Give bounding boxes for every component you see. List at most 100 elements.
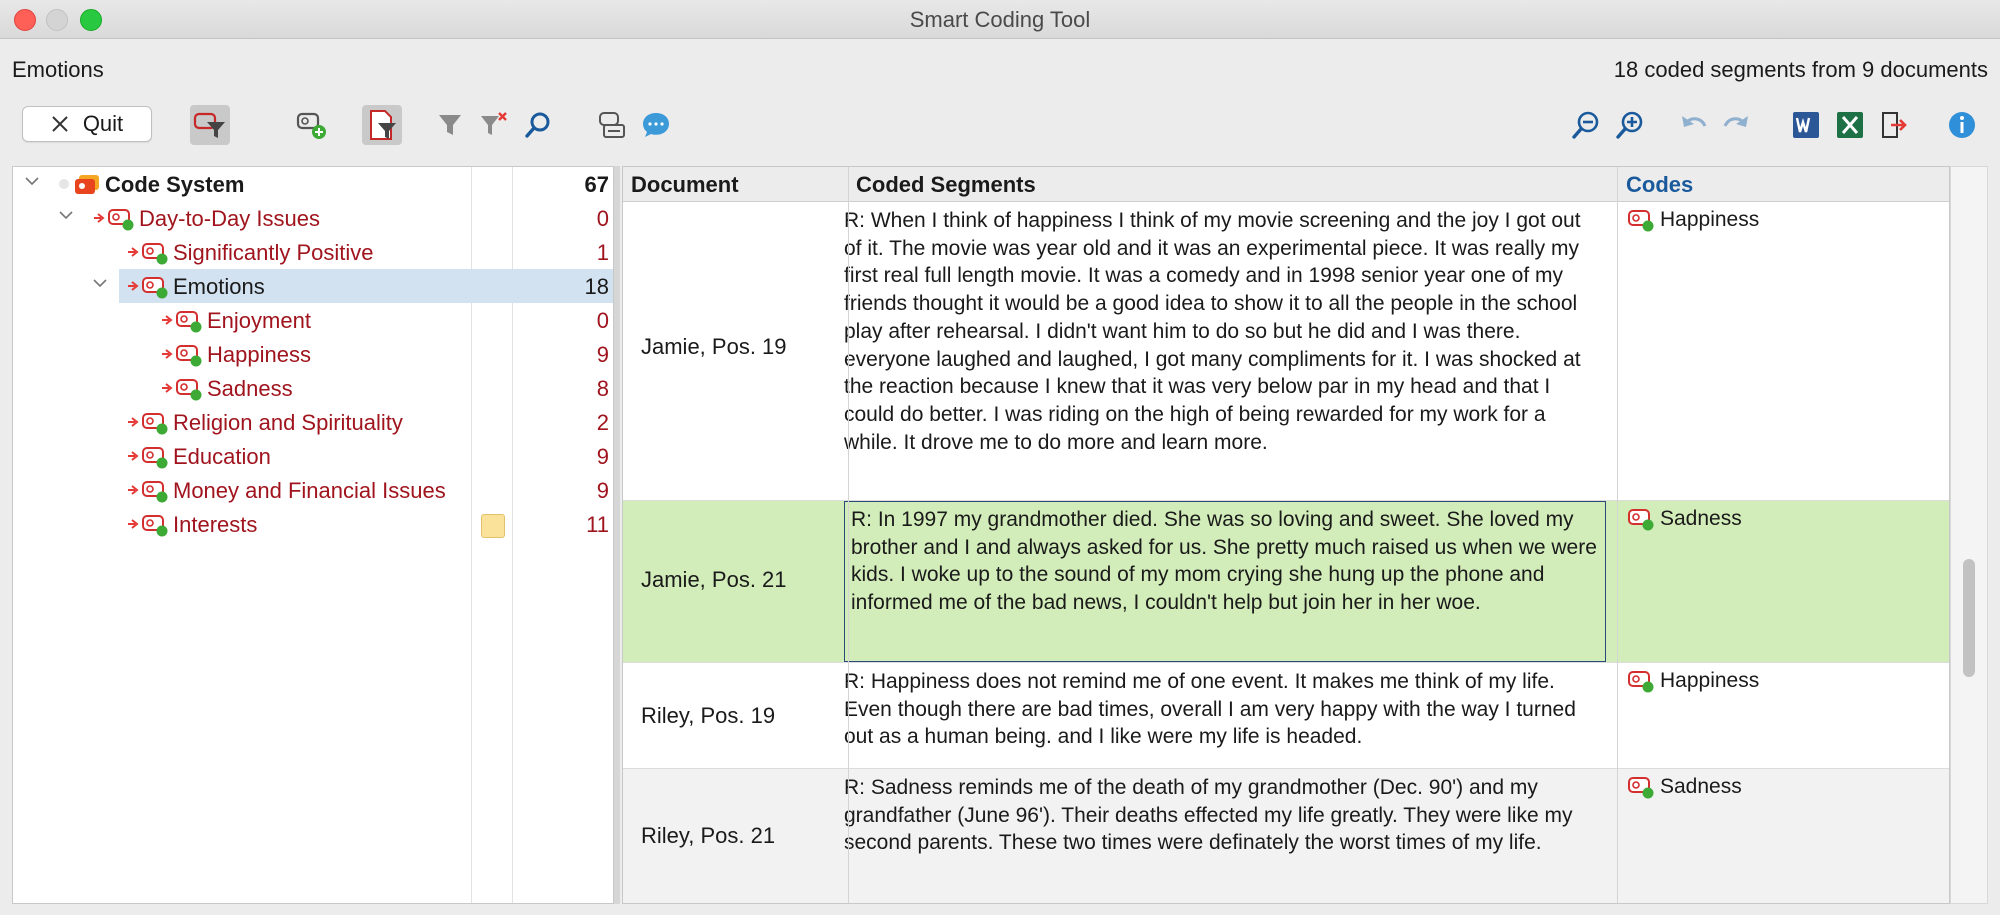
code-icon — [176, 379, 202, 401]
column-header-codes[interactable]: Codes — [1626, 172, 1693, 198]
table-row[interactable]: Riley, Pos. 19 R: Happiness does not rem… — [623, 663, 1949, 769]
code-icon — [176, 345, 202, 367]
export-icon — [1882, 112, 1907, 138]
add-code-icon — [296, 112, 326, 139]
undo-icon — [1682, 116, 1707, 127]
segment-summary: 18 coded segments from 9 documents — [1613, 57, 1988, 82]
tree-item-code-system[interactable]: Code System 67 — [13, 167, 613, 201]
code-arrow-icon — [162, 349, 173, 359]
search-button[interactable] — [518, 105, 558, 145]
window-title: Smart Coding Tool — [909, 7, 1091, 32]
info-button[interactable] — [1942, 105, 1982, 145]
code-settings-button[interactable] — [592, 105, 632, 145]
export-word-button[interactable] — [1786, 105, 1826, 145]
panel-splitter[interactable] — [614, 166, 620, 904]
coded-segments-table: Document Coded Segments Codes Jamie, Pos… — [622, 166, 1950, 904]
code-arrow-icon — [128, 519, 139, 529]
title-bar: Smart Coding Tool — [0, 0, 2000, 39]
code-arrow-icon — [162, 315, 173, 325]
table-header: Document Coded Segments Codes — [623, 167, 1949, 202]
code-icon — [142, 515, 168, 537]
code-icon — [142, 413, 168, 435]
code-cell: Happiness — [1626, 208, 1759, 232]
tree-item-significantly-positive[interactable]: Significantly Positive 1 — [13, 235, 613, 269]
tree-item-label: Day-to-Day Issues — [139, 206, 320, 231]
comment-button[interactable] — [636, 105, 676, 145]
tree-item-religion-and-spirituality[interactable]: Religion and Spirituality 2 — [13, 405, 613, 439]
code-arrow-icon — [128, 451, 139, 461]
document-cell: Jamie, Pos. 21 — [641, 567, 787, 592]
column-header-document[interactable]: Document — [631, 172, 739, 198]
filter-button[interactable] — [430, 105, 470, 145]
tree-item-money-and-financial-issues[interactable]: Money and Financial Issues 9 — [13, 473, 613, 507]
export-excel-button[interactable] — [1830, 105, 1870, 145]
zoom-out-button[interactable] — [1566, 105, 1606, 145]
code-system-tree: Code System 67 Day-to-Day Issues 0 Signi… — [12, 166, 614, 904]
status-bar — [0, 904, 2000, 915]
code-icon — [176, 311, 202, 333]
segment-cell: R: Sadness reminds me of the death of my… — [844, 776, 1573, 855]
table-row-selected[interactable]: Jamie, Pos. 21 R: In 1997 my grandmother… — [623, 501, 1949, 663]
tree-item-emotions[interactable]: Emotions 18 — [13, 269, 613, 303]
filter-document-button[interactable] — [362, 105, 402, 145]
tree-item-label: Emotions — [173, 274, 265, 299]
info-icon — [1949, 112, 1975, 138]
table-row[interactable]: Riley, Pos. 21 R: Sadness reminds me of … — [623, 769, 1949, 903]
tree-item-count: 9 — [596, 444, 609, 469]
tree-item-count: 8 — [596, 376, 609, 401]
code-icon — [1628, 509, 1654, 531]
code-cell: Sadness — [1626, 775, 1742, 799]
zoom-in-button[interactable] — [1610, 105, 1650, 145]
tree-item-education[interactable]: Education 9 — [13, 439, 613, 473]
chevron-down-icon[interactable] — [59, 208, 73, 222]
tree-item-label: Happiness — [207, 342, 311, 367]
tree-item-label: Significantly Positive — [173, 240, 374, 265]
segment-cell: R: Happiness does not remind me of one e… — [844, 670, 1576, 749]
undo-button[interactable] — [1674, 105, 1714, 145]
tree-item-enjoyment[interactable]: Enjoyment 0 — [13, 303, 613, 337]
code-icon — [1628, 210, 1654, 232]
segment-cell: R: In 1997 my grandmother died. She was … — [851, 508, 1597, 615]
add-code-button[interactable] — [292, 105, 332, 145]
word-icon — [1793, 112, 1819, 138]
tree-item-count: 0 — [596, 206, 609, 231]
export-button[interactable] — [1874, 105, 1914, 145]
redo-icon — [1723, 116, 1748, 127]
document-cell: Riley, Pos. 19 — [641, 703, 776, 728]
document-cell: Riley, Pos. 21 — [641, 823, 776, 848]
tree-item-sadness[interactable]: Sadness 8 — [13, 371, 613, 405]
chevron-down-icon[interactable] — [25, 174, 39, 188]
code-arrow-icon — [94, 213, 105, 223]
quit-button[interactable]: Quit — [22, 106, 152, 142]
code-icon — [142, 447, 168, 469]
tree-item-label: Enjoyment — [207, 308, 311, 333]
column-header-coded-segments[interactable]: Coded Segments — [856, 172, 1036, 198]
tree-item-happiness[interactable]: Happiness 9 — [13, 337, 613, 371]
code-arrow-icon — [128, 247, 139, 257]
scrollbar-thumb[interactable] — [1963, 559, 1975, 677]
code-icon — [142, 277, 168, 299]
column-divider[interactable] — [848, 167, 849, 903]
code-arrow-icon — [128, 417, 139, 427]
redo-button[interactable] — [1716, 105, 1756, 145]
memo-icon[interactable] — [481, 514, 505, 538]
tree-item-count: 9 — [596, 342, 609, 367]
chevron-down-icon[interactable] — [93, 276, 107, 290]
filter-code-button[interactable] — [190, 105, 230, 145]
comment-icon — [643, 113, 669, 137]
code-settings-icon — [599, 112, 625, 138]
code-icon — [108, 209, 134, 231]
clear-filter-button[interactable] — [474, 105, 514, 145]
code-arrow-icon — [128, 485, 139, 495]
code-arrow-icon — [128, 281, 139, 291]
tree-item-day-to-day-issues[interactable]: Day-to-Day Issues 0 — [13, 201, 613, 235]
code-icon — [1628, 777, 1654, 799]
column-divider[interactable] — [1617, 167, 1618, 903]
code-icon — [1628, 671, 1654, 693]
table-row[interactable]: Jamie, Pos. 19 R: When I think of happin… — [623, 202, 1949, 501]
tree-item-interests[interactable]: Interests 11 — [13, 507, 613, 541]
code-label: Happiness — [1660, 208, 1760, 231]
table-scrollbar[interactable] — [1950, 166, 1988, 904]
close-icon — [52, 116, 68, 132]
filter-code-icon — [193, 112, 225, 138]
